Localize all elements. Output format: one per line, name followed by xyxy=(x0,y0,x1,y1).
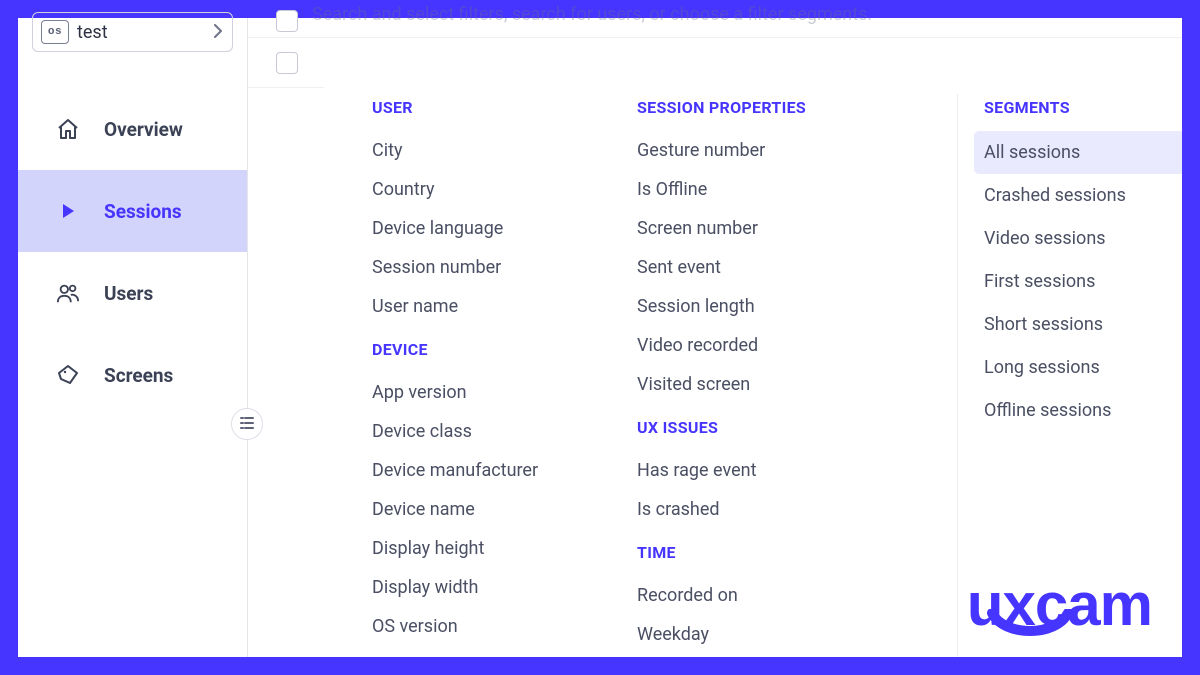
filter-item[interactable]: Country xyxy=(372,170,637,209)
sidebar-item-overview[interactable]: Overview xyxy=(18,88,247,170)
sidebar-item-label: Sessions xyxy=(104,200,182,223)
segment-item[interactable]: All sessions xyxy=(974,131,1182,174)
filter-item[interactable]: Is crashed xyxy=(637,490,957,529)
brand-logo: uxcam xyxy=(967,575,1152,635)
filter-item[interactable]: Session length xyxy=(637,287,957,326)
sidebar-item-label: Screens xyxy=(104,364,173,387)
play-icon xyxy=(56,199,80,223)
sidebar-item-screens[interactable]: Screens xyxy=(18,334,247,416)
checkbox[interactable] xyxy=(276,10,298,32)
filter-item[interactable]: Platform xyxy=(372,646,637,657)
filter-item[interactable]: Screen number xyxy=(637,209,957,248)
filter-item[interactable]: Device manufacturer xyxy=(372,451,637,490)
app-selector-label: test xyxy=(77,22,108,43)
segment-item[interactable]: Offline sessions xyxy=(974,389,1182,432)
filter-item[interactable]: Sent event xyxy=(637,248,957,287)
filter-col-user-device: USER City Country Device language Sessio… xyxy=(372,94,637,657)
main-content: Search and select filters, search for us… xyxy=(248,18,1182,657)
filter-item[interactable]: Device class xyxy=(372,412,637,451)
users-icon xyxy=(56,281,80,305)
segment-item[interactable]: Video sessions xyxy=(974,217,1182,260)
chevron-right-icon xyxy=(212,23,224,42)
filter-group-heading-time: TIME xyxy=(637,543,957,562)
sidebar: os test Overview Sessions xyxy=(18,18,248,657)
filter-group-heading-device: DEVICE xyxy=(372,340,637,359)
tag-icon xyxy=(56,363,80,387)
home-icon xyxy=(56,117,80,141)
filter-item[interactable]: Weekday xyxy=(637,615,957,654)
filter-item[interactable]: Session number xyxy=(372,248,637,287)
filter-group-heading-ux-issues: UX ISSUES xyxy=(637,418,957,437)
filter-dropdown: USER City Country Device language Sessio… xyxy=(324,68,1182,657)
segment-item[interactable]: Short sessions xyxy=(974,303,1182,346)
filter-col-session: SESSION PROPERTIES Gesture number Is Off… xyxy=(637,94,957,657)
filter-item[interactable]: Device name xyxy=(372,490,637,529)
filter-item[interactable]: Visited screen xyxy=(637,365,957,404)
filter-bar: Search and select filters, search for us… xyxy=(248,4,1182,38)
app-selector[interactable]: os test xyxy=(32,12,233,52)
filter-item[interactable]: Recorded on xyxy=(637,576,957,615)
filter-item[interactable]: Is Offline xyxy=(637,170,957,209)
app-window: os test Overview Sessions xyxy=(0,0,1200,675)
segment-item[interactable]: First sessions xyxy=(974,260,1182,303)
sidebar-item-label: Overview xyxy=(104,118,183,141)
filter-item[interactable]: Device language xyxy=(372,209,637,248)
filter-item[interactable]: Gesture number xyxy=(637,131,957,170)
os-badge-icon: os xyxy=(41,20,69,44)
checkbox[interactable] xyxy=(276,52,298,74)
sidebar-item-label: Users xyxy=(104,282,153,305)
sidebar-item-users[interactable]: Users xyxy=(18,252,247,334)
filter-bar-hint: Search and select filters, search for us… xyxy=(312,4,872,25)
filter-item[interactable]: Has rage event xyxy=(637,451,957,490)
filter-group-heading-user: USER xyxy=(372,98,637,117)
filter-item[interactable]: OS version xyxy=(372,607,637,646)
sidebar-item-sessions[interactable]: Sessions xyxy=(18,170,247,252)
filter-group-heading-session-properties: SESSION PROPERTIES xyxy=(637,98,957,117)
segment-item[interactable]: Crashed sessions xyxy=(974,174,1182,217)
filter-item[interactable]: Video recorded xyxy=(637,326,957,365)
filter-item[interactable]: City xyxy=(372,131,637,170)
smile-icon xyxy=(986,589,1074,649)
segments-heading: SEGMENTS xyxy=(984,98,1182,117)
segment-item[interactable]: Long sessions xyxy=(974,346,1182,389)
filter-item[interactable]: User name xyxy=(372,287,637,326)
filter-item[interactable]: Display height xyxy=(372,529,637,568)
filter-item[interactable]: App version xyxy=(372,373,637,412)
filter-item[interactable]: Display width xyxy=(372,568,637,607)
primary-nav: Overview Sessions Users Screens xyxy=(18,78,247,416)
